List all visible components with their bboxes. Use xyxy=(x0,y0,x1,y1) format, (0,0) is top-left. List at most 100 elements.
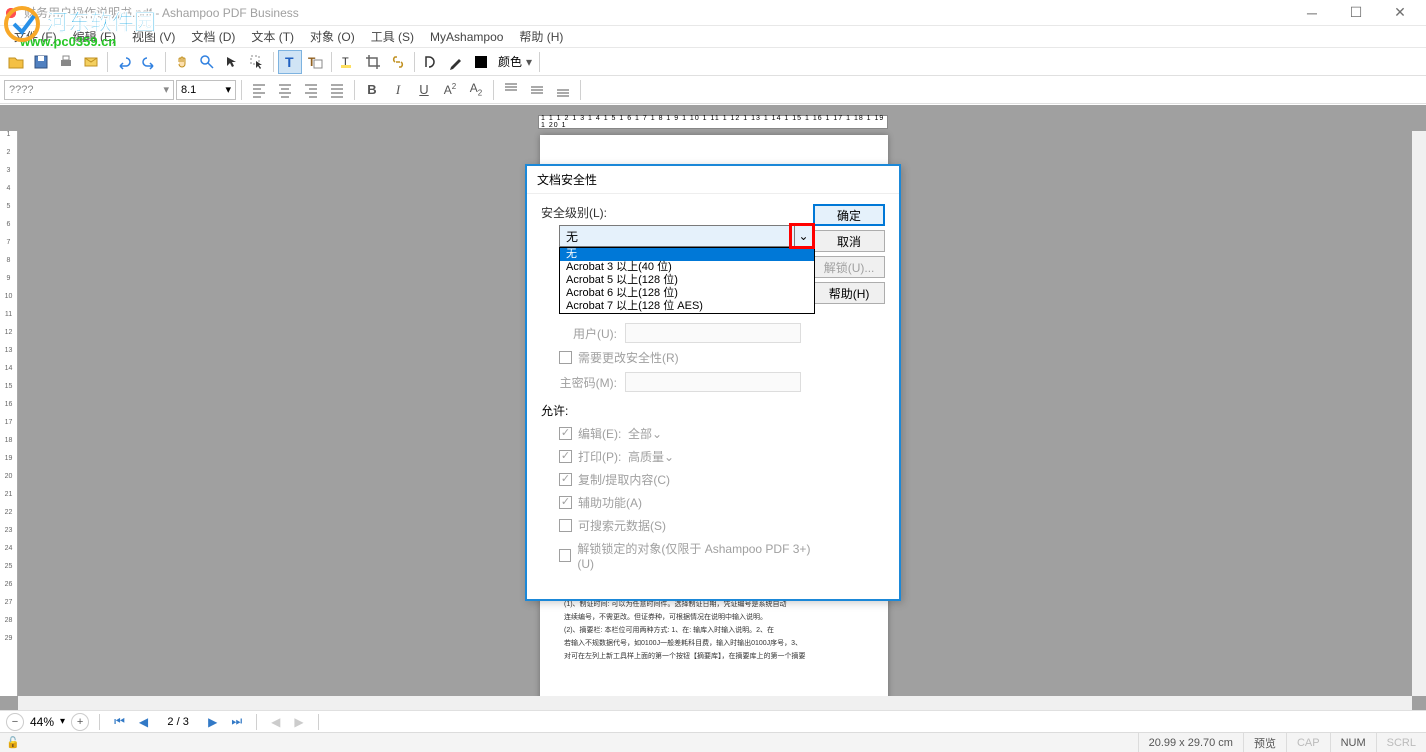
horizontal-ruler: 1 1 1 2 1 3 1 4 1 5 1 6 1 7 1 8 1 9 1 10… xyxy=(538,115,888,129)
first-page-button[interactable]: ⏮ xyxy=(110,714,129,729)
status-num: NUM xyxy=(1330,733,1376,752)
hand-icon[interactable] xyxy=(170,50,194,74)
valign-bottom-icon[interactable] xyxy=(551,78,575,102)
unlock-objects-checkbox xyxy=(559,549,571,562)
menu-tools[interactable]: 工具 (S) xyxy=(363,26,422,47)
last-page-button[interactable]: ⏭ xyxy=(227,714,246,729)
font-size-combo[interactable]: 8.1▾ xyxy=(176,80,236,100)
highlight-annotation xyxy=(789,223,815,249)
autoshape-icon[interactable] xyxy=(419,50,443,74)
security-level-combo[interactable]: 无 ⌄ 无 Acrobat 3 以上(40 位) Acrobat 5 以上(12… xyxy=(559,225,813,247)
svg-text:T: T xyxy=(308,55,316,69)
crop-icon[interactable] xyxy=(361,50,385,74)
menu-edit[interactable]: 编辑 (E) xyxy=(65,26,124,47)
accessibility-label: 辅助功能(A) xyxy=(578,494,642,511)
need-change-security-label: 需要更改安全性(R) xyxy=(578,349,679,366)
navigation-bar: − 44% ▾ + ⏮ ◀ 2 / 3 ▶ ⏭ ◀ ▶ xyxy=(0,710,1426,732)
dropdown-item-none[interactable]: 无 xyxy=(560,248,814,261)
align-left-icon[interactable] xyxy=(247,78,271,102)
underline-icon[interactable]: U xyxy=(412,78,436,102)
cancel-button[interactable]: 取消 xyxy=(813,230,885,252)
window-title: 财务用户操作说明书.pdf - Ashampoo PDF Business xyxy=(24,4,1290,21)
superscript-icon[interactable]: A2 xyxy=(438,78,462,102)
vertical-scrollbar[interactable] xyxy=(1412,131,1426,696)
unlock-objects-label: 解锁锁定的对象(仅限于 Ashampoo PDF 3+)(U) xyxy=(577,540,813,571)
font-family-combo[interactable]: ????▾ xyxy=(4,80,174,100)
menu-object[interactable]: 对象 (O) xyxy=(302,26,363,47)
status-preview: 预览 xyxy=(1243,733,1286,752)
vertical-ruler: 1234567891011121314151617181920212223242… xyxy=(0,131,18,696)
lock-icon[interactable]: 🔓 xyxy=(0,736,26,749)
dialog-title: 文档安全性 xyxy=(527,166,899,194)
document-security-dialog: 文档安全性 安全级别(L): 无 ⌄ 无 Acrobat 3 以上(40 位) … xyxy=(525,164,901,601)
link-icon[interactable] xyxy=(386,50,410,74)
ok-button[interactable]: 确定 xyxy=(813,204,885,226)
master-password-input xyxy=(625,372,801,392)
menu-view[interactable]: 视图 (V) xyxy=(124,26,183,47)
security-level-label: 安全级别(L): xyxy=(541,204,813,221)
pen-icon[interactable] xyxy=(444,50,468,74)
zoom-icon[interactable] xyxy=(195,50,219,74)
prev-page-button[interactable]: ◀ xyxy=(135,715,152,729)
arrow-icon[interactable] xyxy=(220,50,244,74)
bold-icon[interactable]: B xyxy=(360,78,384,102)
align-center-icon[interactable] xyxy=(273,78,297,102)
dropdown-item-acrobat6[interactable]: Acrobat 6 以上(128 位) xyxy=(560,287,814,300)
horizontal-scrollbar[interactable] xyxy=(18,696,1412,710)
text-edit-icon[interactable]: T xyxy=(278,50,302,74)
edit-combo: 全部⌄ xyxy=(628,425,662,442)
mail-icon[interactable] xyxy=(79,50,103,74)
zoom-in-button[interactable]: + xyxy=(71,713,89,731)
dropdown-item-acrobat3[interactable]: Acrobat 3 以上(40 位) xyxy=(560,261,814,274)
user-password-input xyxy=(625,323,801,343)
page-number-input[interactable]: 2 / 3 xyxy=(158,716,198,728)
close-button[interactable]: ✕ xyxy=(1378,0,1422,25)
app-icon xyxy=(4,6,18,20)
help-button[interactable]: 帮助(H) xyxy=(813,282,885,304)
nav-back-button[interactable]: ◀ xyxy=(267,715,284,729)
highlight-icon[interactable]: T xyxy=(336,50,360,74)
redo-icon[interactable] xyxy=(137,50,161,74)
menu-text[interactable]: 文本 (T) xyxy=(243,26,302,47)
object-select-icon[interactable] xyxy=(245,50,269,74)
valign-middle-icon[interactable] xyxy=(525,78,549,102)
nav-forward-button[interactable]: ▶ xyxy=(290,715,307,729)
maximize-button[interactable]: ☐ xyxy=(1334,0,1378,25)
status-dimensions: 20.99 x 29.70 cm xyxy=(1138,733,1243,752)
menu-document[interactable]: 文档 (D) xyxy=(183,26,243,47)
svg-text:T: T xyxy=(285,54,294,70)
need-change-security-checkbox xyxy=(559,351,572,364)
menubar: 文件 (F) 编辑 (E) 视图 (V) 文档 (D) 文本 (T) 对象 (O… xyxy=(0,26,1426,48)
searchable-label: 可搜索元数据(S) xyxy=(578,517,666,534)
unlock-button: 解锁(U)... xyxy=(813,256,885,278)
print-icon[interactable] xyxy=(54,50,78,74)
dropdown-icon[interactable]: ▾ xyxy=(523,50,535,74)
master-password-label: 主密码(M): xyxy=(559,374,617,391)
color-swatch-icon[interactable] xyxy=(469,50,493,74)
subscript-icon[interactable]: A2 xyxy=(464,78,488,102)
save-icon[interactable] xyxy=(29,50,53,74)
titlebar: 财务用户操作说明书.pdf - Ashampoo PDF Business ─ … xyxy=(0,0,1426,26)
main-toolbar: T T T 颜色 ▾ xyxy=(0,48,1426,76)
dropdown-item-acrobat5[interactable]: Acrobat 5 以上(128 位) xyxy=(560,274,814,287)
minimize-button[interactable]: ─ xyxy=(1290,0,1334,25)
menu-myashampoo[interactable]: MyAshampoo xyxy=(422,28,511,46)
edit-label: 编辑(E): xyxy=(578,425,622,442)
status-scrl: SCRL xyxy=(1376,733,1426,752)
edit-checkbox xyxy=(559,427,572,440)
menu-file[interactable]: 文件 (F) xyxy=(6,26,65,47)
window-controls: ─ ☐ ✕ xyxy=(1290,0,1422,25)
open-icon[interactable] xyxy=(4,50,28,74)
next-page-button[interactable]: ▶ xyxy=(204,715,221,729)
dropdown-item-acrobat7[interactable]: Acrobat 7 以上(128 位 AES) xyxy=(560,300,814,313)
text-box-icon[interactable]: T xyxy=(303,50,327,74)
status-cap: CAP xyxy=(1286,733,1330,752)
zoom-out-button[interactable]: − xyxy=(6,713,24,731)
italic-icon[interactable]: I xyxy=(386,78,410,102)
valign-top-icon[interactable] xyxy=(499,78,523,102)
menu-help[interactable]: 帮助 (H) xyxy=(511,26,571,47)
align-right-icon[interactable] xyxy=(299,78,323,102)
align-justify-icon[interactable] xyxy=(325,78,349,102)
undo-icon[interactable] xyxy=(112,50,136,74)
print-checkbox xyxy=(559,450,572,463)
